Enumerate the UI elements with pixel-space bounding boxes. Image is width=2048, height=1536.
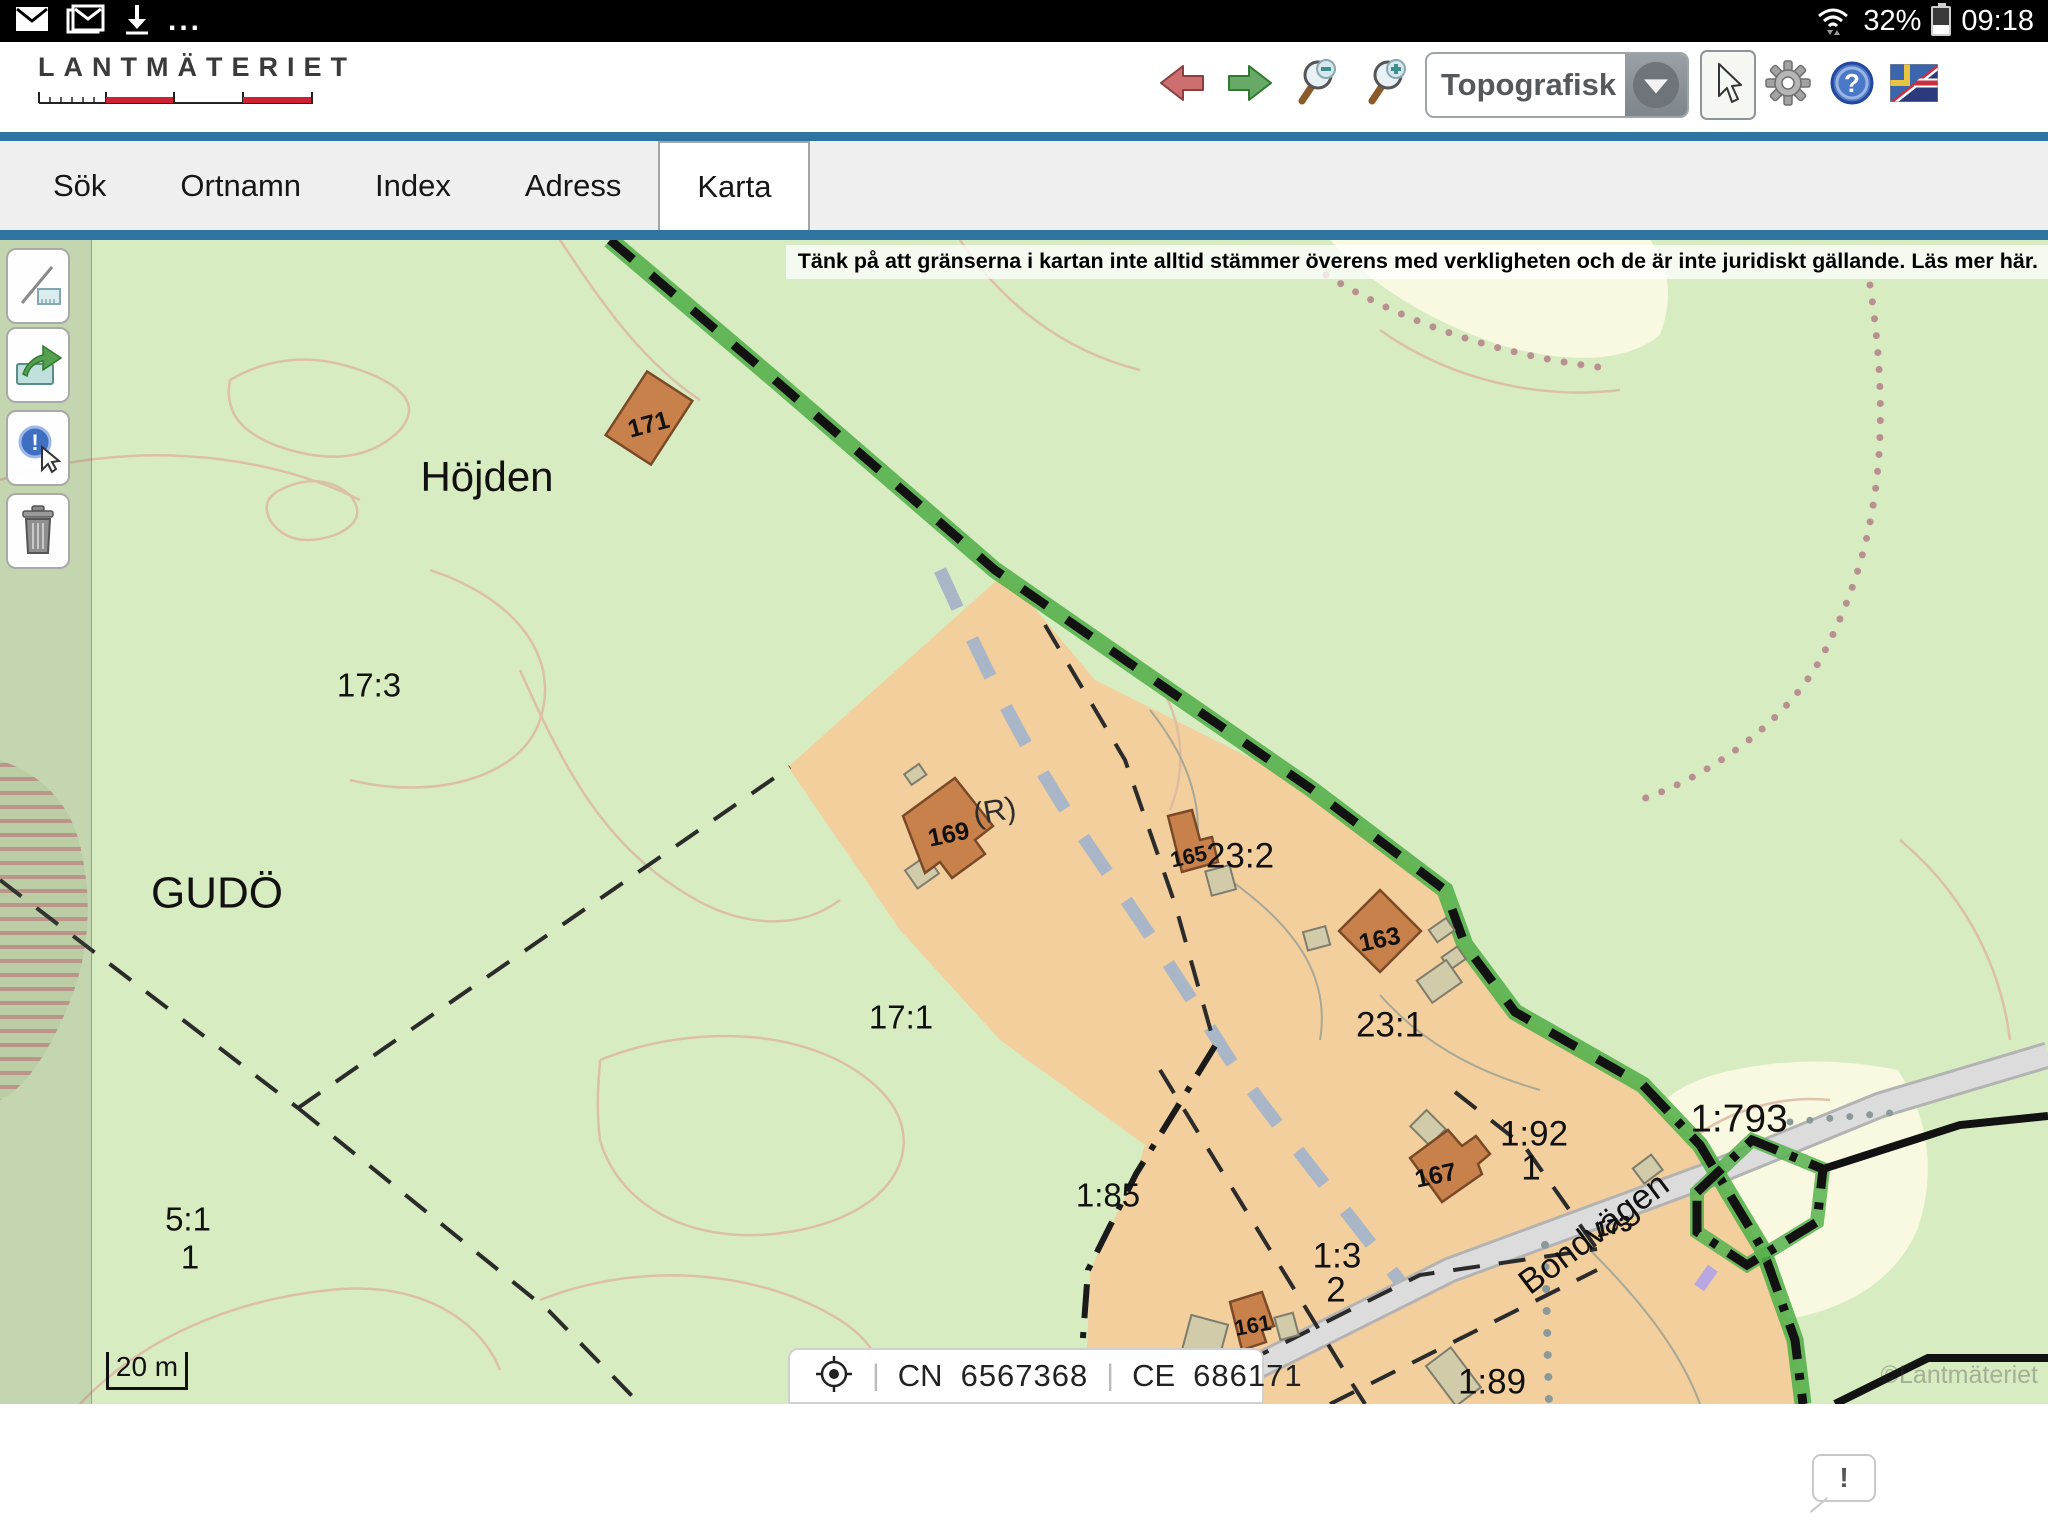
layer-dropdown-value: Topografisk med gr <box>1427 54 1625 116</box>
info-tool-button[interactable]: ! <box>6 410 70 486</box>
map-label-h-jden: Höjden <box>420 453 553 500</box>
map-label-17-1: 17:1 <box>869 999 933 1036</box>
ce-label: CE <box>1132 1358 1175 1394</box>
settings-button[interactable] <box>1762 54 1814 114</box>
chevron-down-icon <box>1644 79 1668 93</box>
map-label-2: 2 <box>1326 1270 1345 1309</box>
zoom-in-button[interactable] <box>1360 54 1412 114</box>
map-label-1: 1 <box>181 1239 199 1276</box>
map-viewport[interactable]: Höjden17117:3GUDÖ17:15:11(R)16916523:216… <box>0 240 2048 1404</box>
lantmateriet-logo[interactable]: LANTMÄTERIET <box>38 52 356 110</box>
topographic-map[interactable]: Höjden17117:3GUDÖ17:15:11(R)16916523:216… <box>0 240 2048 1404</box>
notification-more-icon: ... <box>168 4 202 38</box>
map-label-1: 1 <box>1521 1148 1540 1187</box>
coordinate-bar: | CN 6567368 | CE 686171 <box>788 1348 1264 1404</box>
map-label-1-793: 1:793 <box>1690 1097 1788 1140</box>
bottom-blank-area: ! <box>0 1404 2048 1536</box>
measure-icon <box>12 259 64 314</box>
main-tab-bar: Sök Ortnamn Index Adress Karta <box>0 141 2048 230</box>
map-label-5-1: 5:1 <box>165 1201 211 1238</box>
mail-icon <box>14 5 50 38</box>
app-toolbar: LANTMÄTERIET <box>0 42 2048 132</box>
language-flag-button[interactable] <box>1888 54 1940 114</box>
download-icon <box>122 3 152 40</box>
zoom-out-icon <box>1290 57 1342 112</box>
back-arrow-icon <box>1158 61 1206 108</box>
info-icon: ! <box>11 420 65 477</box>
map-label-gud-: GUDÖ <box>151 869 283 918</box>
android-status-bar: ... 32% 09:18 <box>0 0 2048 42</box>
svg-text:?: ? <box>1844 68 1860 98</box>
scale-bar: 20 m <box>106 1352 188 1390</box>
logo-text: LANTMÄTERIET <box>38 52 356 83</box>
scale-label: 20 m <box>116 1351 178 1389</box>
crosshair-icon[interactable] <box>814 1354 854 1399</box>
zoom-in-icon <box>1360 57 1412 112</box>
hint-bubble-text: ! <box>1839 1462 1848 1494</box>
map-label-17-3: 17:3 <box>337 667 401 704</box>
tab-adress[interactable]: Adress <box>488 141 658 230</box>
map-label--r-: (R) <box>970 790 1018 832</box>
svg-text:!: ! <box>31 430 38 455</box>
help-button[interactable]: ? <box>1826 54 1878 114</box>
tab-ortnamn[interactable]: Ortnamn <box>143 141 338 230</box>
battery-icon <box>1931 6 1951 36</box>
map-label-23-1: 23:1 <box>1356 1005 1424 1044</box>
boundary-disclaimer[interactable]: Tänk på att gränserna i kartan inte allt… <box>786 245 2048 279</box>
gmail-icon <box>66 4 106 39</box>
tab-karta[interactable]: Karta <box>658 141 810 230</box>
cn-label: CN <box>898 1358 943 1394</box>
pointer-tool-button[interactable] <box>1700 50 1756 120</box>
cursor-icon <box>1711 62 1745 109</box>
zoom-out-button[interactable] <box>1290 54 1342 114</box>
hint-bubble[interactable]: ! <box>1812 1454 1876 1502</box>
dropdown-arrow-button[interactable] <box>1625 54 1687 116</box>
gear-icon <box>1765 60 1811 109</box>
cn-value: 6567368 <box>961 1358 1089 1394</box>
share-tool-button[interactable] <box>6 327 70 403</box>
forward-arrow-icon <box>1226 61 1274 108</box>
tab-sok[interactable]: Sök <box>16 141 143 230</box>
clock: 09:18 <box>1961 5 2034 38</box>
delete-tool-button[interactable] <box>6 493 70 569</box>
map-label-1-85: 1:85 <box>1076 1177 1140 1214</box>
back-button[interactable] <box>1156 54 1208 114</box>
wifi-icon <box>1813 2 1853 41</box>
map-label-1-89: 1:89 <box>1458 1362 1526 1401</box>
map-label-23-2: 23:2 <box>1206 836 1274 875</box>
tab-index[interactable]: Index <box>338 141 488 230</box>
battery-percent: 32% <box>1863 5 1921 38</box>
measure-tool-button[interactable] <box>6 248 70 324</box>
ce-value: 686171 <box>1193 1358 1302 1394</box>
share-icon <box>11 338 65 393</box>
trash-icon <box>15 504 61 559</box>
forward-button[interactable] <box>1224 54 1276 114</box>
header-divider-top <box>0 132 2048 141</box>
help-icon: ? <box>1829 60 1875 109</box>
header-divider-bottom <box>0 230 2048 240</box>
coord-separator: | <box>1106 1359 1114 1393</box>
map-attribution: ©Lantmäteriet <box>1881 1361 2038 1390</box>
coord-separator: | <box>872 1359 880 1393</box>
language-flag-icon <box>1890 64 1938 105</box>
map-layer-dropdown[interactable]: Topografisk med gr <box>1425 52 1689 118</box>
logo-ruler-graphic <box>38 89 356 110</box>
